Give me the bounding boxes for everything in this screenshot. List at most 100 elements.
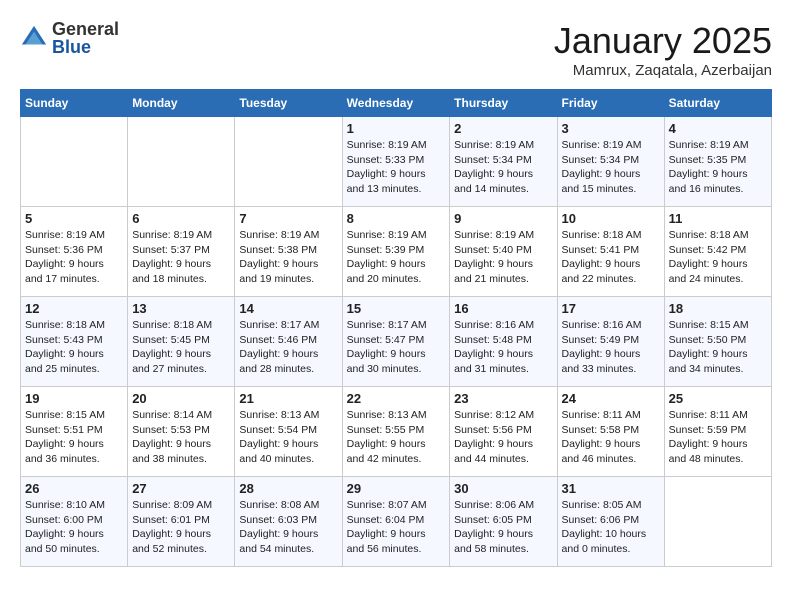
day-cell: 6 Sunrise: 8:19 AM Sunset: 5:37 PM Daylig… <box>128 207 235 297</box>
week-row-3: 12 Sunrise: 8:18 AM Sunset: 5:43 PM Dayli… <box>21 297 772 387</box>
day-info: Sunrise: 8:19 AM Sunset: 5:37 PM Dayligh… <box>132 228 230 287</box>
day-cell: 11 Sunrise: 8:18 AM Sunset: 5:42 PM Dayli… <box>664 207 771 297</box>
day-info: Sunrise: 8:16 AM Sunset: 5:48 PM Dayligh… <box>454 318 552 377</box>
day-cell: 1Sunrise: 8:19 AM Sunset: 5:33 PM Daylig… <box>342 117 450 207</box>
day-number: 11 <box>669 211 767 226</box>
day-number: 27 <box>132 481 230 496</box>
day-number: 24 <box>562 391 660 406</box>
day-cell: 26 Sunrise: 8:10 AM Sunset: 6:00 PM Dayli… <box>21 477 128 567</box>
day-cell: 27 Sunrise: 8:09 AM Sunset: 6:01 PM Dayli… <box>128 477 235 567</box>
day-info: Sunrise: 8:05 AM Sunset: 6:06 PM Dayligh… <box>562 498 660 557</box>
day-cell: 4 Sunrise: 8:19 AM Sunset: 5:35 PM Daylig… <box>664 117 771 207</box>
day-info: Sunrise: 8:18 AM Sunset: 5:45 PM Dayligh… <box>132 318 230 377</box>
day-number: 4 <box>669 121 767 136</box>
day-cell: 12 Sunrise: 8:18 AM Sunset: 5:43 PM Dayli… <box>21 297 128 387</box>
day-cell: 8 Sunrise: 8:19 AM Sunset: 5:39 PM Daylig… <box>342 207 450 297</box>
day-number: 13 <box>132 301 230 316</box>
day-cell: 19Sunrise: 8:15 AM Sunset: 5:51 PM Dayli… <box>21 387 128 477</box>
day-info: Sunrise: 8:12 AM Sunset: 5:56 PM Dayligh… <box>454 408 552 467</box>
day-info: Sunrise: 8:19 AM Sunset: 5:38 PM Dayligh… <box>239 228 337 287</box>
day-info: Sunrise: 8:13 AM Sunset: 5:54 PM Dayligh… <box>239 408 337 467</box>
day-info: Sunrise: 8:07 AM Sunset: 6:04 PM Dayligh… <box>347 498 446 557</box>
day-cell: 29 Sunrise: 8:07 AM Sunset: 6:04 PM Dayli… <box>342 477 450 567</box>
day-cell: 13 Sunrise: 8:18 AM Sunset: 5:45 PM Dayli… <box>128 297 235 387</box>
logo-text: General Blue <box>52 20 119 56</box>
day-number: 26 <box>25 481 123 496</box>
day-cell <box>128 117 235 207</box>
header-sunday: Sunday <box>21 90 128 117</box>
logo-blue: Blue <box>52 38 119 56</box>
day-info: Sunrise: 8:09 AM Sunset: 6:01 PM Dayligh… <box>132 498 230 557</box>
day-cell: 31Sunrise: 8:05 AM Sunset: 6:06 PM Dayli… <box>557 477 664 567</box>
day-number: 7 <box>239 211 337 226</box>
header-thursday: Thursday <box>450 90 557 117</box>
day-cell: 7 Sunrise: 8:19 AM Sunset: 5:38 PM Daylig… <box>235 207 342 297</box>
page-header: General Blue January 2025 Mamrux, Zaqata… <box>20 20 772 79</box>
day-number: 30 <box>454 481 552 496</box>
title-area: January 2025 Mamrux, Zaqatala, Azerbaija… <box>554 20 772 79</box>
day-info: Sunrise: 8:19 AM Sunset: 5:36 PM Dayligh… <box>25 228 123 287</box>
day-number: 8 <box>347 211 446 226</box>
day-number: 17 <box>562 301 660 316</box>
day-number: 22 <box>347 391 446 406</box>
week-row-4: 19Sunrise: 8:15 AM Sunset: 5:51 PM Dayli… <box>21 387 772 477</box>
day-cell: 20 Sunrise: 8:14 AM Sunset: 5:53 PM Dayli… <box>128 387 235 477</box>
day-number: 25 <box>669 391 767 406</box>
day-info: Sunrise: 8:18 AM Sunset: 5:43 PM Dayligh… <box>25 318 123 377</box>
day-cell: 30 Sunrise: 8:06 AM Sunset: 6:05 PM Dayli… <box>450 477 557 567</box>
day-info: Sunrise: 8:13 AM Sunset: 5:55 PM Dayligh… <box>347 408 446 467</box>
day-info: Sunrise: 8:17 AM Sunset: 5:46 PM Dayligh… <box>239 318 337 377</box>
logo-general: General <box>52 20 119 38</box>
calendar-header-row: SundayMondayTuesdayWednesdayThursdayFrid… <box>21 90 772 117</box>
day-number: 21 <box>239 391 337 406</box>
week-row-2: 5 Sunrise: 8:19 AM Sunset: 5:36 PM Daylig… <box>21 207 772 297</box>
day-cell: 3Sunrise: 8:19 AM Sunset: 5:34 PM Daylig… <box>557 117 664 207</box>
day-cell: 22 Sunrise: 8:13 AM Sunset: 5:55 PM Dayli… <box>342 387 450 477</box>
day-cell: 16 Sunrise: 8:16 AM Sunset: 5:48 PM Dayli… <box>450 297 557 387</box>
week-row-5: 26 Sunrise: 8:10 AM Sunset: 6:00 PM Dayli… <box>21 477 772 567</box>
header-tuesday: Tuesday <box>235 90 342 117</box>
header-wednesday: Wednesday <box>342 90 450 117</box>
day-cell: 24 Sunrise: 8:11 AM Sunset: 5:58 PM Dayli… <box>557 387 664 477</box>
day-info: Sunrise: 8:18 AM Sunset: 5:42 PM Dayligh… <box>669 228 767 287</box>
day-cell: 14Sunrise: 8:17 AM Sunset: 5:46 PM Dayli… <box>235 297 342 387</box>
day-info: Sunrise: 8:08 AM Sunset: 6:03 PM Dayligh… <box>239 498 337 557</box>
day-cell: 23 Sunrise: 8:12 AM Sunset: 5:56 PM Dayli… <box>450 387 557 477</box>
day-info: Sunrise: 8:14 AM Sunset: 5:53 PM Dayligh… <box>132 408 230 467</box>
day-info: Sunrise: 8:10 AM Sunset: 6:00 PM Dayligh… <box>25 498 123 557</box>
day-cell: 15 Sunrise: 8:17 AM Sunset: 5:47 PM Dayli… <box>342 297 450 387</box>
day-info: Sunrise: 8:19 AM Sunset: 5:34 PM Dayligh… <box>562 138 660 197</box>
day-info: Sunrise: 8:11 AM Sunset: 5:59 PM Dayligh… <box>669 408 767 467</box>
day-number: 29 <box>347 481 446 496</box>
day-number: 5 <box>25 211 123 226</box>
day-number: 20 <box>132 391 230 406</box>
day-number: 16 <box>454 301 552 316</box>
location-subtitle: Mamrux, Zaqatala, Azerbaijan <box>554 62 772 79</box>
day-info: Sunrise: 8:15 AM Sunset: 5:50 PM Dayligh… <box>669 318 767 377</box>
day-info: Sunrise: 8:17 AM Sunset: 5:47 PM Dayligh… <box>347 318 446 377</box>
calendar-table: SundayMondayTuesdayWednesdayThursdayFrid… <box>20 89 772 567</box>
day-info: Sunrise: 8:16 AM Sunset: 5:49 PM Dayligh… <box>562 318 660 377</box>
day-info: Sunrise: 8:19 AM Sunset: 5:39 PM Dayligh… <box>347 228 446 287</box>
day-number: 1 <box>347 121 446 136</box>
week-row-1: 1Sunrise: 8:19 AM Sunset: 5:33 PM Daylig… <box>21 117 772 207</box>
day-number: 18 <box>669 301 767 316</box>
day-number: 23 <box>454 391 552 406</box>
day-cell: 25 Sunrise: 8:11 AM Sunset: 5:59 PM Dayli… <box>664 387 771 477</box>
header-saturday: Saturday <box>664 90 771 117</box>
day-number: 12 <box>25 301 123 316</box>
day-cell: 18 Sunrise: 8:15 AM Sunset: 5:50 PM Dayli… <box>664 297 771 387</box>
header-friday: Friday <box>557 90 664 117</box>
day-info: Sunrise: 8:15 AM Sunset: 5:51 PM Dayligh… <box>25 408 123 467</box>
header-monday: Monday <box>128 90 235 117</box>
day-info: Sunrise: 8:06 AM Sunset: 6:05 PM Dayligh… <box>454 498 552 557</box>
day-info: Sunrise: 8:11 AM Sunset: 5:58 PM Dayligh… <box>562 408 660 467</box>
day-cell: 2Sunrise: 8:19 AM Sunset: 5:34 PM Daylig… <box>450 117 557 207</box>
day-cell: 21 Sunrise: 8:13 AM Sunset: 5:54 PM Dayli… <box>235 387 342 477</box>
day-number: 15 <box>347 301 446 316</box>
day-info: Sunrise: 8:19 AM Sunset: 5:40 PM Dayligh… <box>454 228 552 287</box>
day-number: 6 <box>132 211 230 226</box>
logo: General Blue <box>20 20 119 56</box>
day-cell: 10Sunrise: 8:18 AM Sunset: 5:41 PM Dayli… <box>557 207 664 297</box>
day-info: Sunrise: 8:19 AM Sunset: 5:35 PM Dayligh… <box>669 138 767 197</box>
